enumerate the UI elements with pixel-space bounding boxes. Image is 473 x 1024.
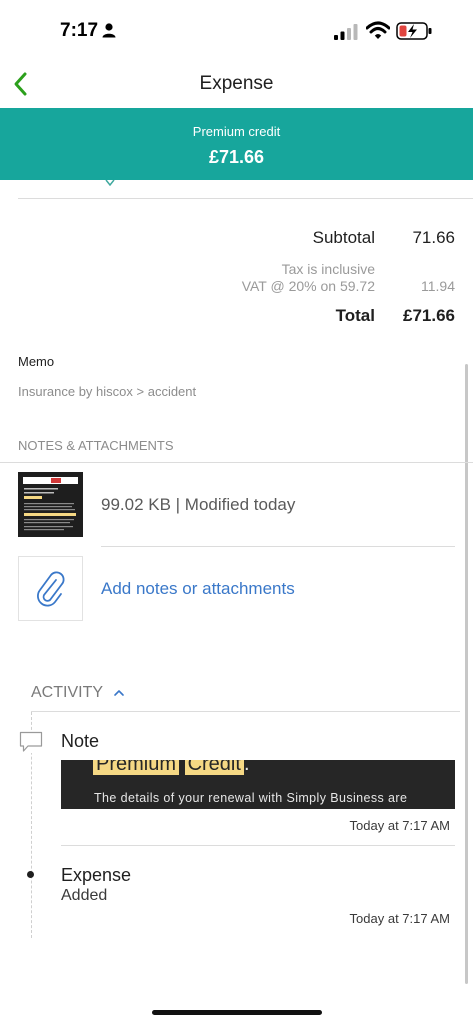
- note-preview-heading: Premium Credit.: [93, 760, 250, 776]
- subtotal-value: 71.66: [412, 228, 455, 247]
- scrolled-content-fragment: [105, 180, 115, 186]
- notes-attachments-header: NOTES & ATTACHMENTS: [18, 438, 174, 453]
- summary-banner: Premium credit £71.66: [0, 108, 473, 180]
- vat-label: VAT @ 20% on 59.72: [241, 278, 375, 294]
- person-icon: [102, 23, 116, 38]
- note-activity-title: Note: [61, 731, 100, 751]
- divider: [61, 845, 455, 846]
- subtotal-label: Subtotal: [312, 228, 375, 247]
- chevron-up-icon[interactable]: [112, 686, 126, 700]
- add-notes-attachments-link[interactable]: Add notes or attachments: [101, 579, 295, 599]
- banner-amount: £71.66: [208, 147, 265, 167]
- note-timestamp: Today at 7:17 AM: [349, 818, 450, 833]
- document-preview-image: [18, 472, 83, 537]
- memo-label: Memo: [18, 354, 55, 369]
- note-preview-image[interactable]: Premium Credit. The details of your rene…: [61, 760, 455, 809]
- tax-inclusive-note: Tax is inclusive: [281, 261, 375, 277]
- banner-label: Premium credit: [192, 124, 281, 139]
- cellular-signal-icon: [334, 24, 358, 40]
- total-value: £71.66: [403, 306, 455, 325]
- wifi-icon: [366, 21, 390, 39]
- divider: [0, 462, 473, 463]
- divider: [18, 198, 473, 199]
- attachment-thumbnail[interactable]: [18, 472, 83, 537]
- activity-header[interactable]: ACTIVITY: [31, 684, 103, 702]
- timeline-dot-icon: [27, 871, 34, 878]
- expense-activity-title: Expense: [61, 865, 132, 885]
- status-bar: 7:17: [0, 0, 473, 62]
- paperclip-icon: [37, 571, 65, 607]
- memo-value[interactable]: Insurance by hiscox > accident: [18, 384, 196, 399]
- note-preview-text: The details of your renewal with Simply …: [94, 791, 408, 805]
- expense-activity-subtitle: Added: [61, 887, 108, 904]
- divider: [101, 546, 455, 547]
- attachment-meta[interactable]: 99.02 KB | Modified today: [101, 495, 295, 515]
- expense-timestamp: Today at 7:17 AM: [349, 911, 450, 926]
- home-indicator[interactable]: [152, 1010, 322, 1015]
- battery-charging-icon: [396, 22, 432, 40]
- page-title: Expense: [199, 73, 274, 94]
- speech-bubble-icon: [19, 731, 43, 753]
- total-label: Total: [335, 306, 375, 325]
- scrollbar[interactable]: [465, 364, 468, 984]
- navigation-bar: Expense: [0, 62, 473, 108]
- vat-value: 11.94: [421, 278, 455, 294]
- add-attachment-button[interactable]: [18, 556, 83, 621]
- divider: [31, 711, 460, 712]
- status-time: 7:17: [60, 20, 99, 41]
